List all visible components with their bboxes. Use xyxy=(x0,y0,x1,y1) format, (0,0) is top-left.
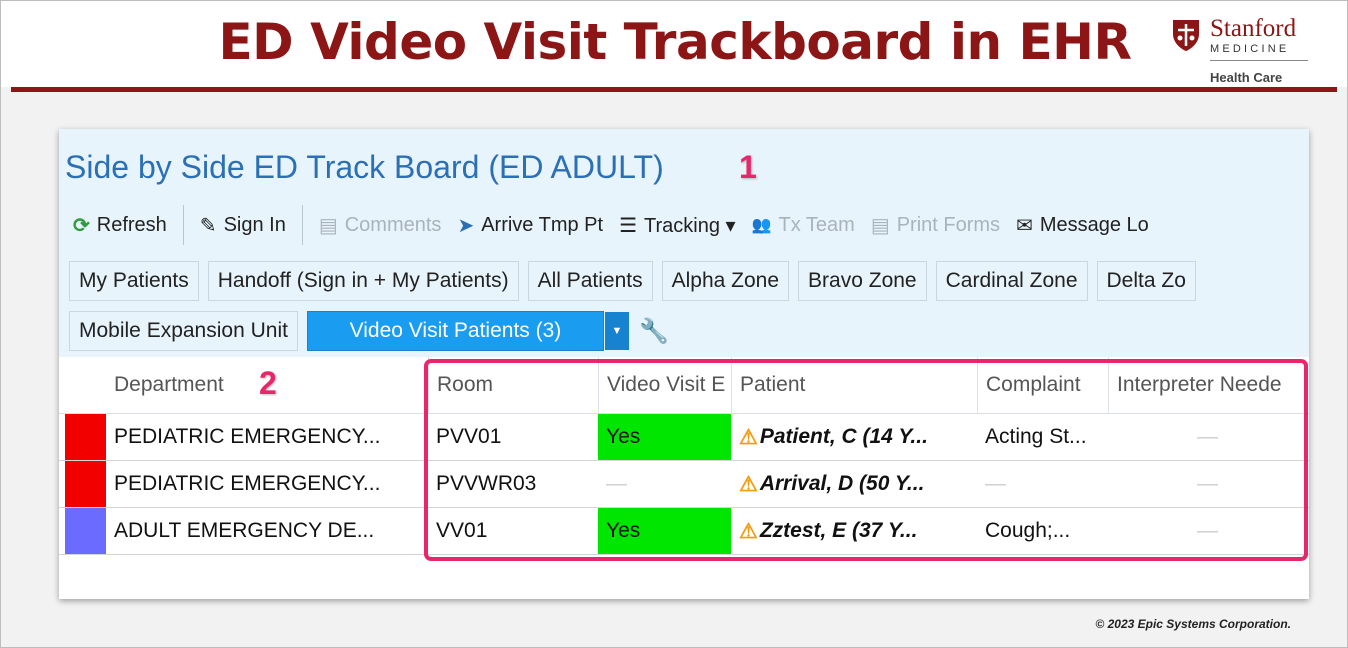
slide-title: ED Video Visit Trackboard in EHR xyxy=(218,13,1132,71)
department-cell: ADULT EMERGENCY DE... xyxy=(114,519,375,542)
list-icon: ☰ xyxy=(619,214,638,237)
mail-icon: ✉ xyxy=(1016,214,1033,237)
toolbar-divider xyxy=(182,205,184,245)
tab-bravo-zone[interactable]: Bravo Zone xyxy=(798,261,927,301)
logo-tagline: Health Care xyxy=(1210,70,1283,85)
chevron-down-icon[interactable]: ▼ xyxy=(604,312,629,350)
arrive-icon: ➤ xyxy=(457,214,475,237)
department-cell: PEDIATRIC EMERGENCY... xyxy=(114,472,381,495)
tab-mobile-expansion-unit[interactable]: Mobile Expansion Unit xyxy=(69,311,298,351)
arrive-tmp-pt-label: Arrive Tmp Pt xyxy=(481,213,604,236)
tab-alpha-zone[interactable]: Alpha Zone xyxy=(661,261,790,301)
print-forms-button[interactable]: ▤ Print Forms xyxy=(871,213,1000,238)
callout-2: 2 xyxy=(259,365,277,401)
callout-1: 1 xyxy=(739,149,757,185)
refresh-label: Refresh xyxy=(96,213,167,236)
shield-icon xyxy=(1173,20,1199,51)
filter-tabs-row2: Mobile Expansion Unit Video Visit Patien… xyxy=(69,311,669,351)
refresh-button[interactable]: ⟳ Refresh xyxy=(73,213,167,238)
copyright-notice: © 2023 Epic Systems Corporation. xyxy=(1095,617,1291,631)
tab-handoff[interactable]: Handoff (Sign in + My Patients) xyxy=(207,261,519,301)
acuity-flag xyxy=(65,461,106,507)
sign-in-button[interactable]: ✎ Sign In xyxy=(200,213,286,238)
banner-rule xyxy=(11,87,1337,92)
message-log-button[interactable]: ✉ Message Lo xyxy=(1016,213,1149,238)
logo-divider xyxy=(1210,60,1308,61)
acuity-flag xyxy=(65,508,106,554)
print-forms-label: Print Forms xyxy=(896,213,1001,236)
wrench-icon[interactable]: 🔧 xyxy=(639,317,669,346)
department-cell: PEDIATRIC EMERGENCY... xyxy=(114,425,381,448)
tab-cardinal-zone[interactable]: Cardinal Zone xyxy=(935,261,1088,301)
sign-in-label: Sign In xyxy=(223,213,286,236)
trackboard-header: Side by Side ED Track Board (ED ADULT) 1… xyxy=(59,129,1309,357)
tracking-menu[interactable]: ☰ Tracking ▾ xyxy=(619,213,735,238)
refresh-icon: ⟳ xyxy=(73,214,90,237)
logo-subtitle: MEDICINE xyxy=(1210,43,1290,55)
message-log-label: Message Lo xyxy=(1039,213,1149,236)
toolbar-divider xyxy=(301,205,303,245)
tracking-label: Tracking ▾ xyxy=(644,214,736,237)
filter-tabs: My Patients Handoff (Sign in + My Patien… xyxy=(69,261,1205,301)
pencil-icon: ✎ xyxy=(199,214,217,237)
tab-delta-zone[interactable]: Delta Zo xyxy=(1096,261,1196,301)
toolbar: ⟳ Refresh ✎ Sign In ▤ Comments ➤ Arrive … xyxy=(73,205,1165,245)
comments-button[interactable]: ▤ Comments xyxy=(319,213,442,238)
banner: ED Video Visit Trackboard in EHR Stanfor… xyxy=(1,1,1347,87)
tx-team-label: Tx Team xyxy=(778,213,855,236)
tab-video-visit-patients[interactable]: Video Visit Patients (3) xyxy=(306,311,604,351)
tx-team-button[interactable]: 👥 Tx Team xyxy=(752,214,855,237)
logo-wordmark: Stanford xyxy=(1210,15,1297,42)
team-icon: 👥 xyxy=(751,217,772,234)
print-icon: ▤ xyxy=(870,214,890,237)
tab-my-patients[interactable]: My Patients xyxy=(69,261,199,301)
board-title: Side by Side ED Track Board (ED ADULT) xyxy=(65,149,664,185)
highlight-box xyxy=(424,359,1308,561)
tab-all-patients[interactable]: All Patients xyxy=(527,261,653,301)
acuity-flag xyxy=(65,414,106,460)
stanford-logo: Stanford MEDICINE Health Care xyxy=(1171,15,1321,87)
arrive-tmp-pt-button[interactable]: ➤ Arrive Tmp Pt xyxy=(457,213,603,238)
slide: ED Video Visit Trackboard in EHR Stanfor… xyxy=(0,0,1348,648)
comments-icon: ▤ xyxy=(318,214,338,237)
comments-label: Comments xyxy=(344,213,442,236)
